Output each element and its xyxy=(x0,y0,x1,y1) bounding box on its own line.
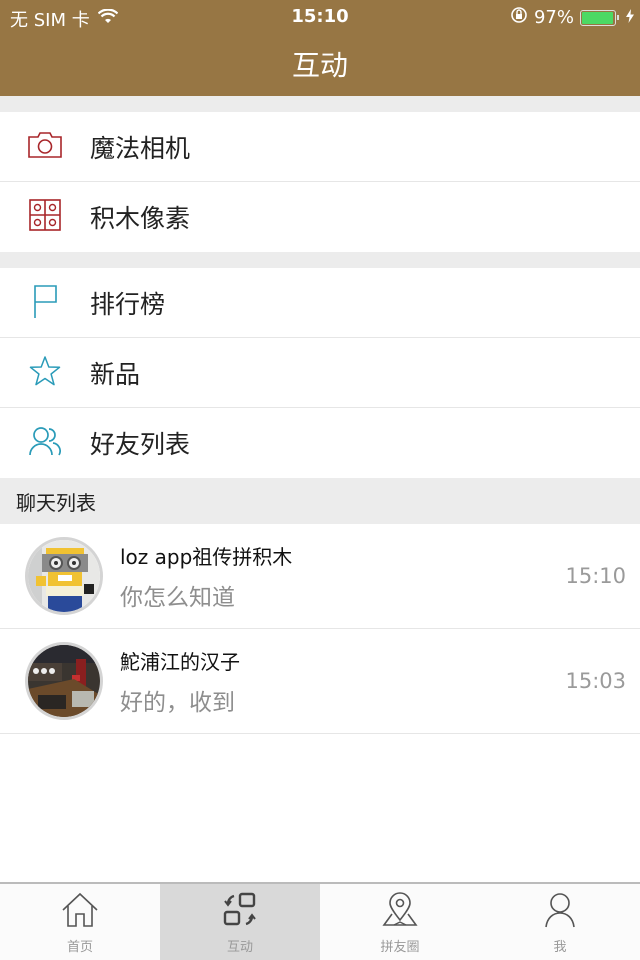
menu-item-pixel-bricks[interactable]: 积木像素 xyxy=(0,182,640,252)
status-bar: 无 SIM 卡 15:10 97% xyxy=(0,0,640,34)
menu-item-label: 新品 xyxy=(90,359,141,389)
chat-time: 15:03 xyxy=(565,669,626,693)
battery-percent: 97% xyxy=(533,7,574,28)
menu-item-label: 积木像素 xyxy=(90,204,191,233)
chat-item[interactable]: loz app祖传拼积木 你怎么知道 15:10 xyxy=(0,524,640,629)
rotation-lock-icon xyxy=(510,6,528,29)
interact-icon xyxy=(222,892,258,932)
flag-icon xyxy=(32,284,58,322)
tab-label: 拼友圈 xyxy=(380,940,420,955)
tab-label: 首页 xyxy=(66,940,93,955)
chat-name: 鮀浦江的汉子 xyxy=(120,649,240,674)
friends-icon xyxy=(29,426,61,460)
header: 无 SIM 卡 15:10 97% 互动 xyxy=(0,0,640,96)
star-icon xyxy=(29,355,61,390)
person-icon xyxy=(542,892,578,932)
home-icon xyxy=(61,892,99,932)
chat-list-header: 聊天列表 xyxy=(0,478,640,524)
page-title: 互动 xyxy=(291,49,348,82)
tab-label: 互动 xyxy=(226,940,253,955)
battery-icon xyxy=(580,9,619,26)
chat-item[interactable]: 鮀浦江的汉子 好的，收到 15:03 xyxy=(0,629,640,734)
camera-icon xyxy=(28,131,62,162)
menu-item-ranking[interactable]: 排行榜 xyxy=(0,268,640,338)
chat-name: loz app祖传拼积木 xyxy=(120,544,293,569)
map-pin-icon xyxy=(382,892,418,932)
tab-me[interactable]: 我 xyxy=(480,884,640,960)
menu-item-new-products[interactable]: 新品 xyxy=(0,338,640,408)
chat-last-message: 你怎么知道 xyxy=(120,584,235,611)
lego-figure-avatar xyxy=(25,537,103,615)
photo-avatar xyxy=(25,642,103,720)
menu-item-friends-list[interactable]: 好友列表 xyxy=(0,408,640,478)
menu-item-magic-camera[interactable]: 魔法相机 xyxy=(0,112,640,182)
charging-bolt-icon xyxy=(626,7,634,28)
menu-item-label: 排行榜 xyxy=(90,289,166,319)
chat-last-message: 好的，收到 xyxy=(120,689,235,716)
menu-item-label: 好友列表 xyxy=(90,430,191,459)
content: 魔法相机 积木像素 排行榜 新品 好友列表 聊天列表 loz app祖传拼积木 … xyxy=(0,96,640,882)
section-gap xyxy=(0,96,640,112)
tab-interact[interactable]: 互动 xyxy=(160,884,320,960)
section-gap xyxy=(0,252,640,268)
tab-home[interactable]: 首页 xyxy=(0,884,160,960)
menu-item-label: 魔法相机 xyxy=(90,133,191,163)
tab-friends-circle[interactable]: 拼友圈 xyxy=(320,884,480,960)
tab-label: 我 xyxy=(553,940,567,955)
chat-time: 15:10 xyxy=(565,564,626,588)
tab-bar: 首页 互动 拼友圈 我 xyxy=(0,882,640,960)
pixel-grid-icon xyxy=(29,199,61,235)
